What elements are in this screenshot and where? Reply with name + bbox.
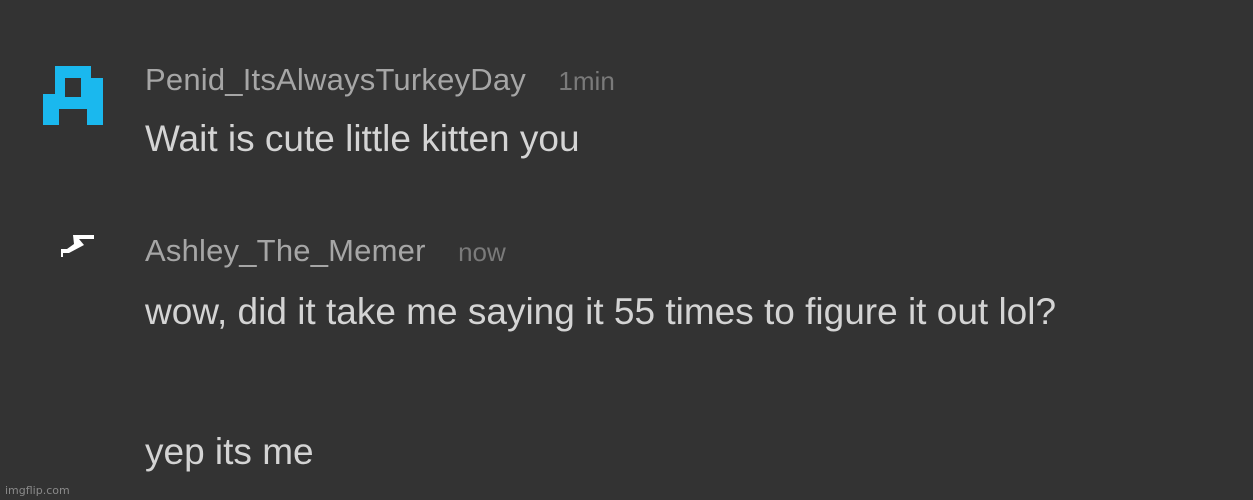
comment-2-username[interactable]: Ashley_The_Memer (145, 233, 426, 268)
comment-2-text: wow, did it take me saying it 55 times t… (145, 291, 1057, 332)
lightning-bolt-avatar-icon[interactable] (61, 235, 95, 262)
comment-1-timestamp: 1min (558, 66, 615, 96)
comment-1-username[interactable]: Penid_ItsAlwaysTurkeyDay (145, 62, 526, 97)
watermark-label: imgflip.com (5, 484, 70, 497)
comment-2-text-followup: yep its me (145, 431, 314, 472)
comment-1: Penid_ItsAlwaysTurkeyDay 1min Wait is cu… (0, 0, 1253, 200)
comment-2-header: Ashley_The_Memer now (145, 233, 506, 269)
comment-2-timestamp: now (458, 237, 506, 267)
comment-1-header: Penid_ItsAlwaysTurkeyDay 1min (145, 62, 615, 98)
pixel-block-avatar-icon[interactable] (43, 66, 103, 130)
comment-1-text: Wait is cute little kitten you (145, 118, 580, 159)
comment-2: Ashley_The_Memer now wow, did it take me… (0, 200, 1253, 500)
